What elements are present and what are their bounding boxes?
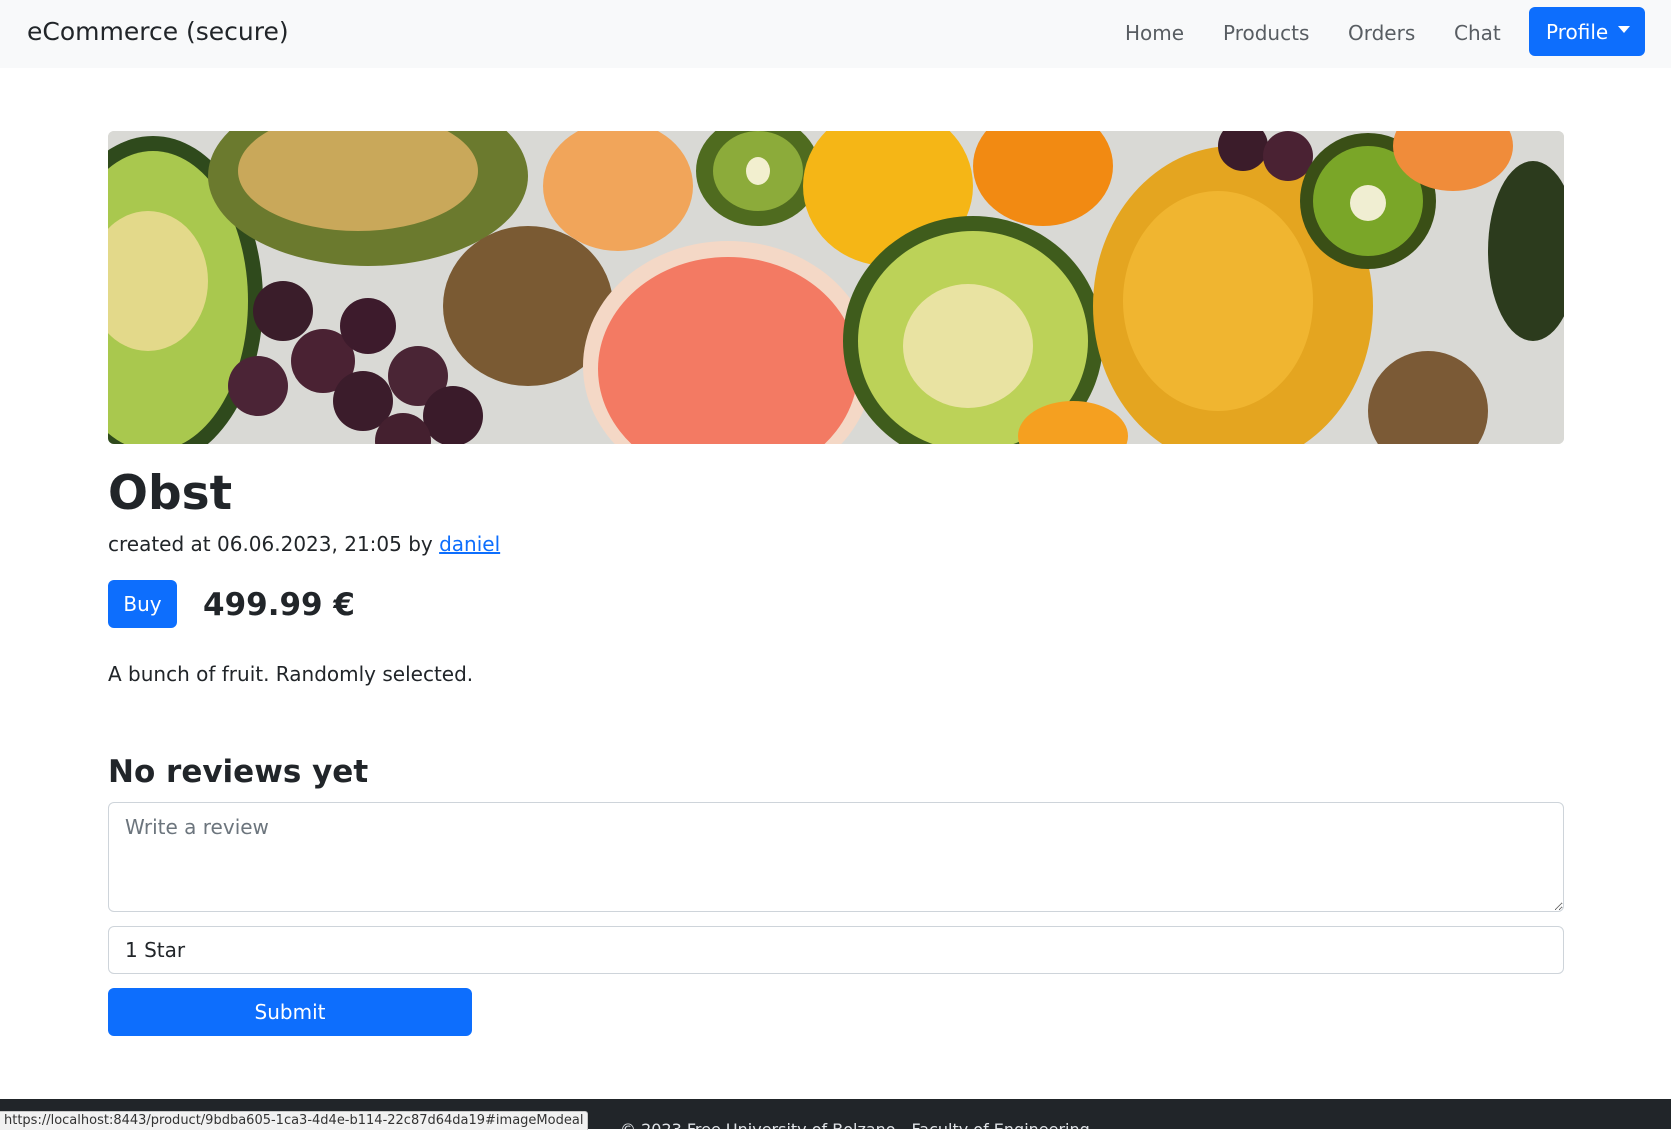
product-meta: created at 06.06.2023, 21:05 by daniel [108, 530, 500, 558]
created-info: created at 06.06.2023, 21:05 by [108, 532, 440, 556]
review-textarea[interactable] [108, 802, 1564, 912]
product-description: A bunch of fruit. Randomly selected. [108, 662, 474, 686]
profile-dropdown-button[interactable]: Profile [1529, 7, 1645, 56]
buy-button[interactable]: Buy [108, 580, 177, 628]
fruit-image [108, 131, 1564, 444]
nav-products[interactable]: Products [1223, 19, 1309, 47]
footer-copyright: © 2023 Free University of Bolzano - Facu… [620, 1119, 1090, 1129]
status-bar-url: https://localhost:8443/product/9bdba605-… [0, 1111, 589, 1130]
product-image[interactable] [108, 131, 1564, 444]
reviews-heading: No reviews yet [108, 754, 369, 790]
rating-select[interactable]: 1 Star [108, 926, 1564, 974]
product-title: Obst [108, 466, 233, 521]
submit-review-button[interactable]: Submit [108, 988, 472, 1036]
navbar: eCommerce (secure) Home Products Orders … [0, 0, 1671, 68]
nav-chat[interactable]: Chat [1454, 19, 1501, 47]
nav-orders[interactable]: Orders [1348, 19, 1415, 47]
brand-link[interactable]: eCommerce (secure) [27, 14, 289, 50]
caret-down-icon [1618, 26, 1631, 33]
product-price: 499.99 € [203, 587, 355, 623]
nav-home[interactable]: Home [1125, 19, 1184, 47]
profile-label: Profile [1546, 19, 1609, 44]
author-link[interactable]: daniel [439, 532, 500, 556]
